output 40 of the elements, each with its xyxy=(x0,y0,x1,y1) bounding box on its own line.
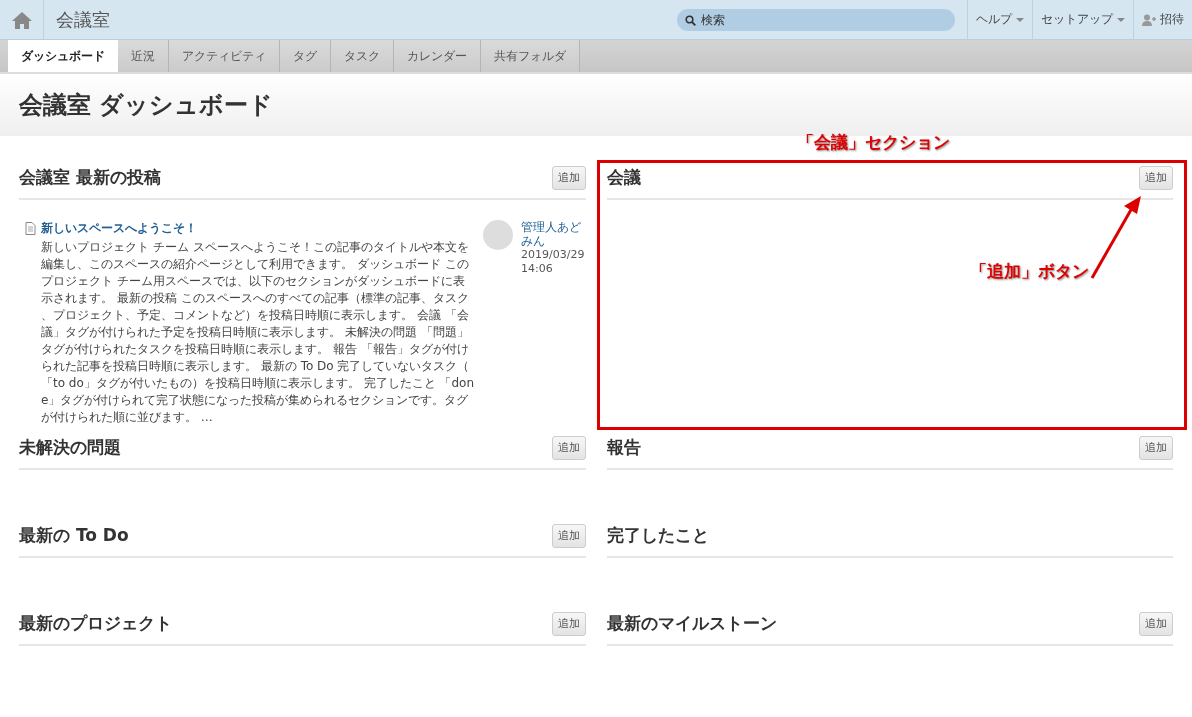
tab[interactable]: ダッシュボード xyxy=(8,40,118,72)
caret-icon xyxy=(1016,17,1024,22)
post-date: 2019/03/29 14:06 xyxy=(521,248,586,276)
post-excerpt: 新しいプロジェクト チーム スペースへようこそ！この記事のタイトルや本文を編集し、このスペースの紹介ページとして利用できます。 ダッシュボード このプロジェクト チーム用スペースでは、以下のセクションがダッシュボードに表示されます。 最新の投稿 このスペースへのすべての記事（標準の記事、タスク、プロジェクト、予定、コメントなど）を投稿日時順に表示します。 会議 「会議」タグが付けられた予定を投稿日時順に表示します。 未解決の問題 「問題」タグが付けられたタスクを投稿日時順に表示します。 報告 「報告」タグが付けられた記事を投稿日時順に表示します。 最新の To Do 完了していないタスク（「to do」タグが付いたもの）を投稿日時順に表示します。 完了したこと 「done」タグが付けられて完了状態になった投稿が集められるセクションです。タグが付けられた順に並びます。 … xyxy=(41,239,475,426)
section-title: 最新のプロジェクト xyxy=(19,612,172,635)
annotation-label: 「会議」セクション xyxy=(797,131,950,154)
tab[interactable]: タスク xyxy=(331,40,394,72)
home-icon[interactable] xyxy=(10,10,33,29)
add-button[interactable]: 追加 xyxy=(1139,165,1173,190)
tab[interactable]: カレンダー xyxy=(394,40,481,72)
tab[interactable]: 共有フォルダ xyxy=(481,40,580,72)
add-button[interactable]: 追加 xyxy=(552,611,586,636)
section-title: 報告 xyxy=(607,436,641,459)
page-title: 会議室 ダッシュボード xyxy=(19,90,274,121)
add-button[interactable]: 追加 xyxy=(1139,611,1173,636)
section-title: 完了したこと xyxy=(607,524,709,547)
add-button[interactable]: 追加 xyxy=(552,523,586,548)
add-button[interactable]: 追加 xyxy=(552,435,586,460)
post-title-link[interactable]: 新しいスペースへようこそ！ xyxy=(41,220,197,237)
menu-button[interactable]: ヘルプ xyxy=(967,0,1032,40)
search-field[interactable]: 検索 xyxy=(677,8,955,31)
document-icon xyxy=(25,222,36,235)
space-title: 会議室 xyxy=(55,7,111,32)
section-title: 未解決の問題 xyxy=(19,436,121,459)
avatar xyxy=(483,220,513,250)
menu-button[interactable]: セットアップ xyxy=(1032,0,1133,40)
tab[interactable]: アクティビティ xyxy=(169,40,280,72)
tab[interactable]: タグ xyxy=(280,40,331,72)
author-link[interactable]: 管理人あどみん xyxy=(521,220,591,248)
add-button[interactable]: 追加 xyxy=(552,165,586,190)
section-title: 最新の To Do xyxy=(19,524,129,547)
add-button[interactable]: 追加 xyxy=(1139,435,1173,460)
add-person-icon xyxy=(1142,13,1156,26)
annotation-label: 「追加」ボタン xyxy=(970,260,1089,283)
section-title: 最新のマイルストーン xyxy=(607,612,777,635)
tab[interactable]: 近況 xyxy=(118,40,169,72)
invite-button[interactable]: 招待 xyxy=(1133,0,1192,40)
caret-icon xyxy=(1117,17,1125,22)
section-title: 会議室 最新の投稿 xyxy=(19,166,161,189)
section-title: 会議 xyxy=(607,166,641,189)
